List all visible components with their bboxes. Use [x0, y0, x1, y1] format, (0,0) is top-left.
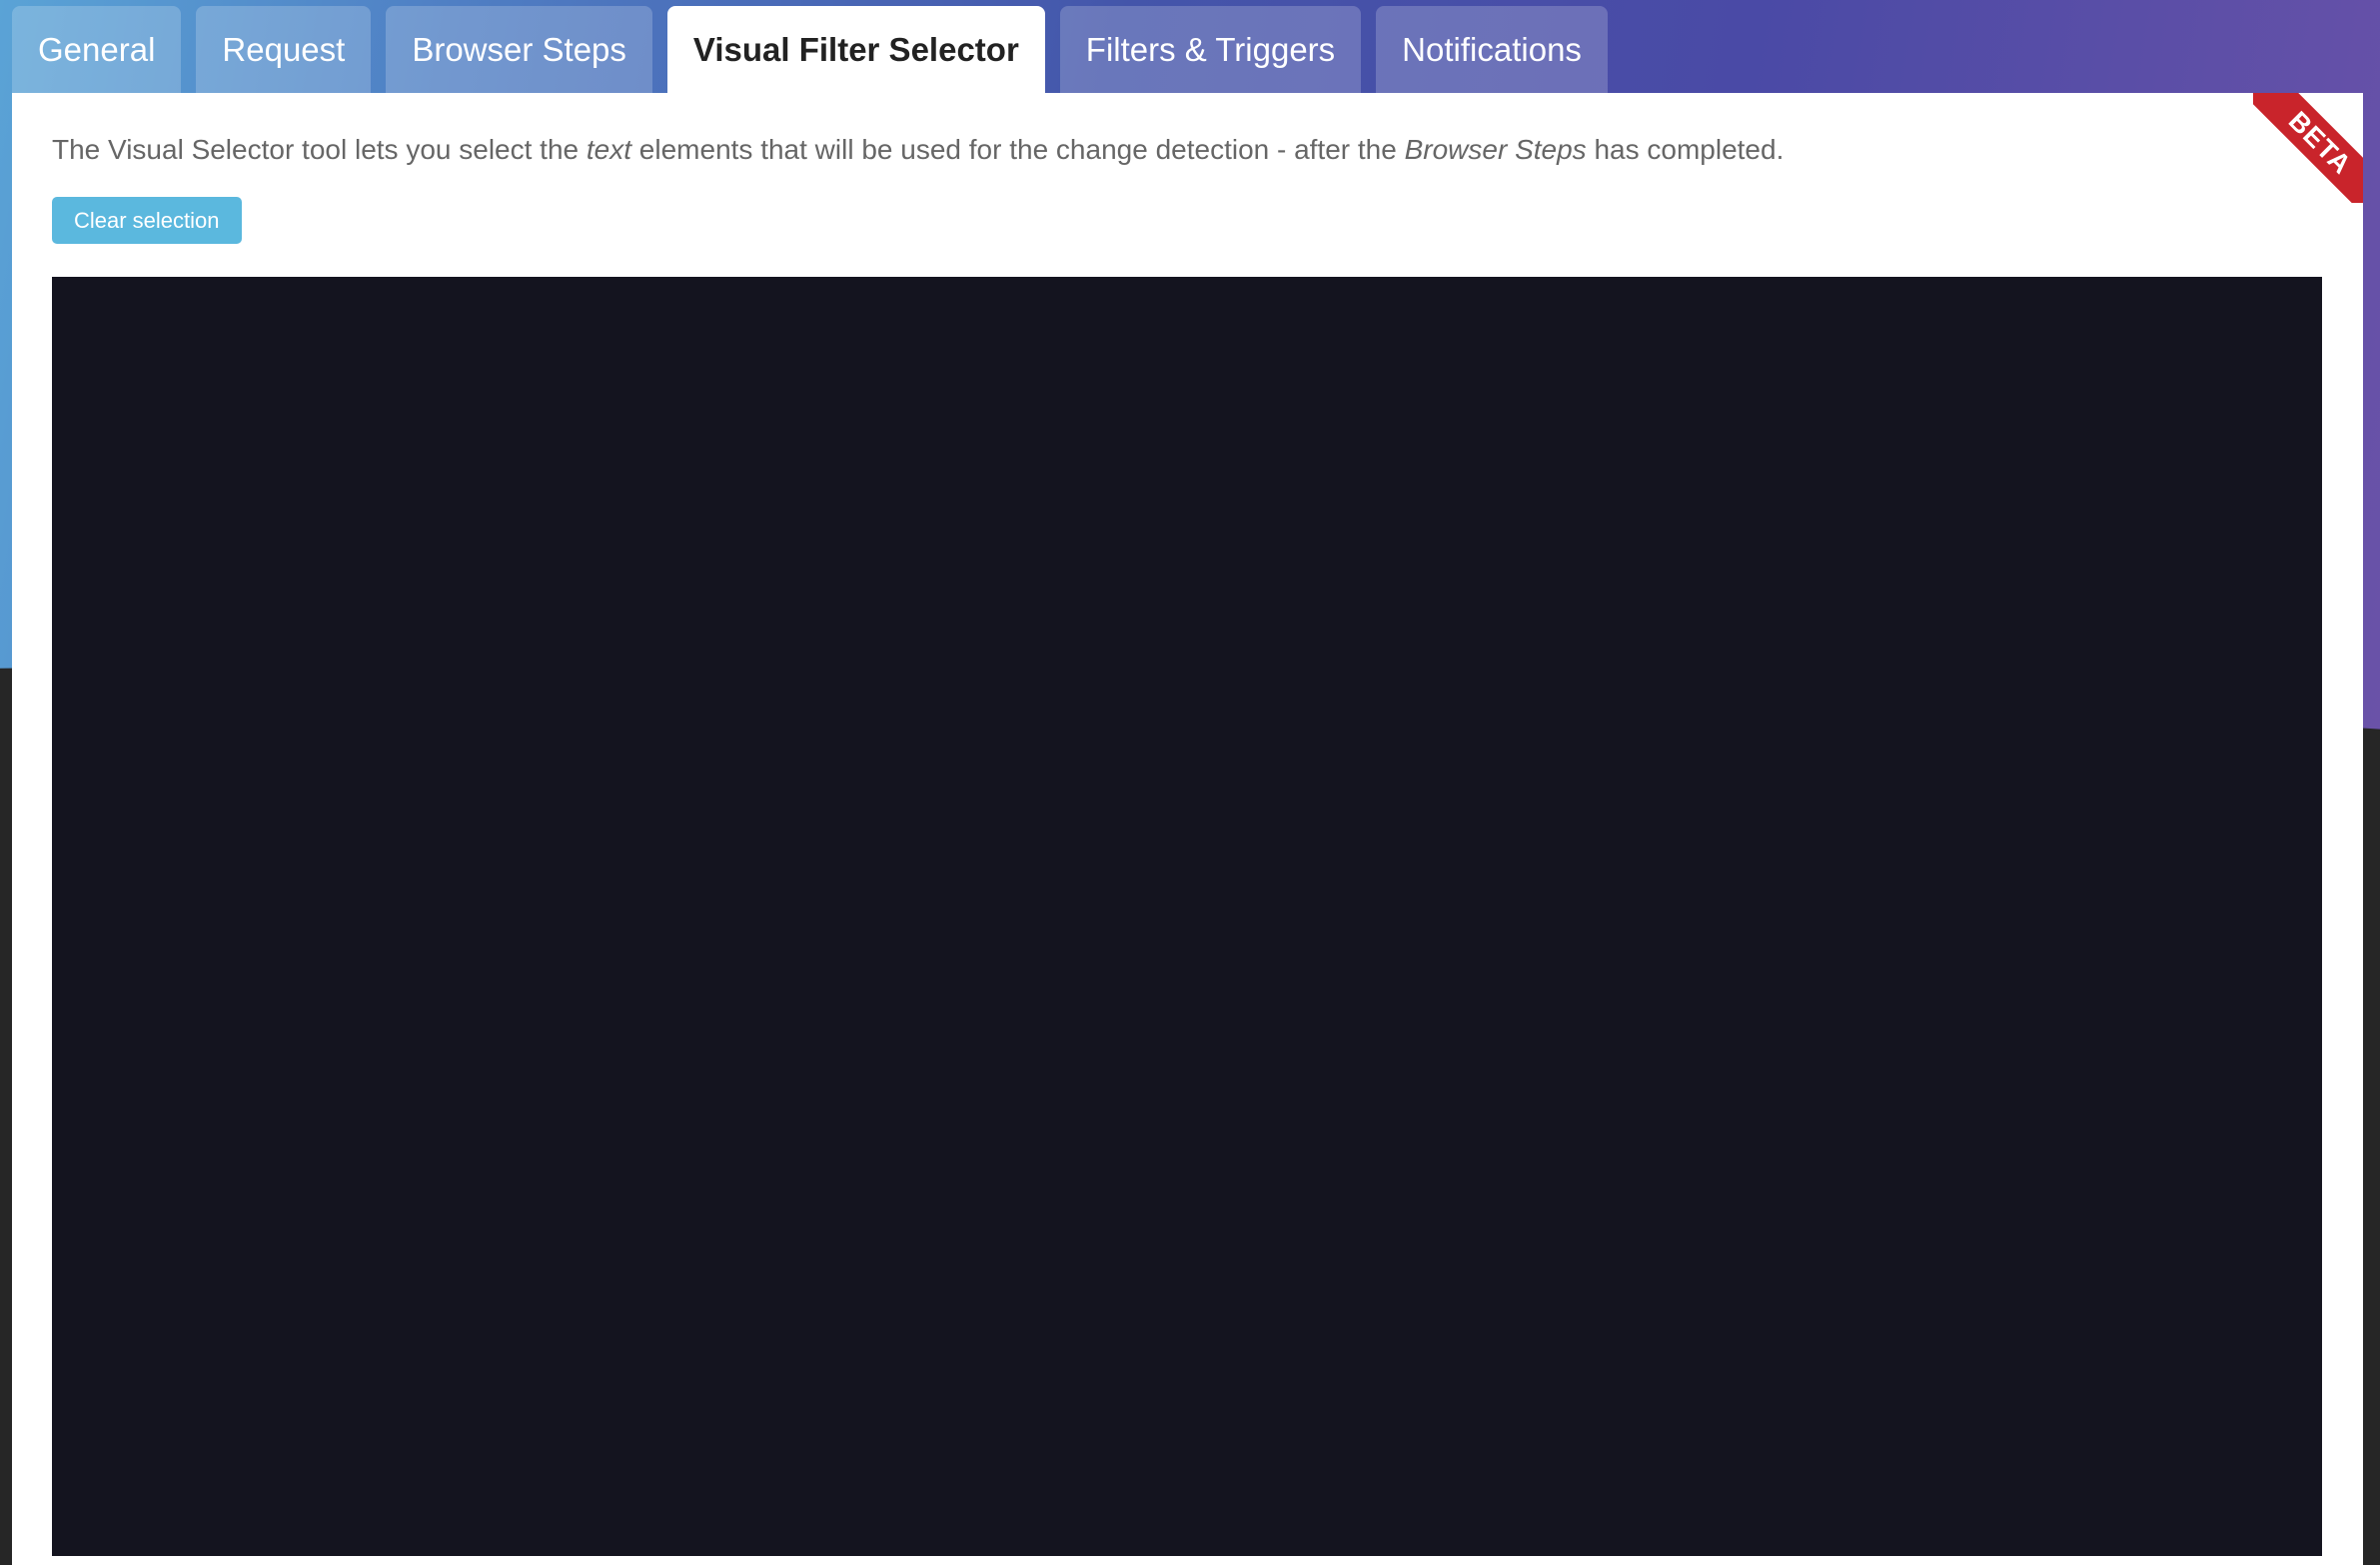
visual-selector-description: The Visual Selector tool lets you select…	[52, 133, 2250, 167]
clear-selection-button[interactable]: Clear selection	[52, 197, 242, 244]
tab-filters-triggers[interactable]: Filters & Triggers	[1059, 6, 1362, 93]
description-part3: has completed.	[1586, 134, 1785, 165]
tab-visual-filter-selector[interactable]: Visual Filter Selector	[666, 6, 1045, 93]
description-part2: elements that will be used for the chang…	[631, 134, 1405, 165]
tab-notifications[interactable]: Notifications	[1376, 6, 1608, 93]
tab-bar: General Request Browser Steps Visual Fil…	[12, 6, 1608, 93]
tab-content-panel: BETA The Visual Selector tool lets you s…	[12, 93, 2363, 1565]
beta-ribbon: BETA	[2253, 93, 2363, 203]
visual-selector-canvas[interactable]	[52, 277, 2322, 1556]
tab-general[interactable]: General	[12, 6, 182, 93]
description-emphasis-browser-steps: Browser Steps	[1404, 134, 1587, 165]
tab-request[interactable]: Request	[196, 6, 372, 93]
description-emphasis-text: text	[586, 134, 632, 165]
description-part1: The Visual Selector tool lets you select…	[52, 134, 587, 165]
beta-ribbon-label: BETA	[2253, 93, 2363, 203]
tab-browser-steps[interactable]: Browser Steps	[386, 6, 652, 93]
